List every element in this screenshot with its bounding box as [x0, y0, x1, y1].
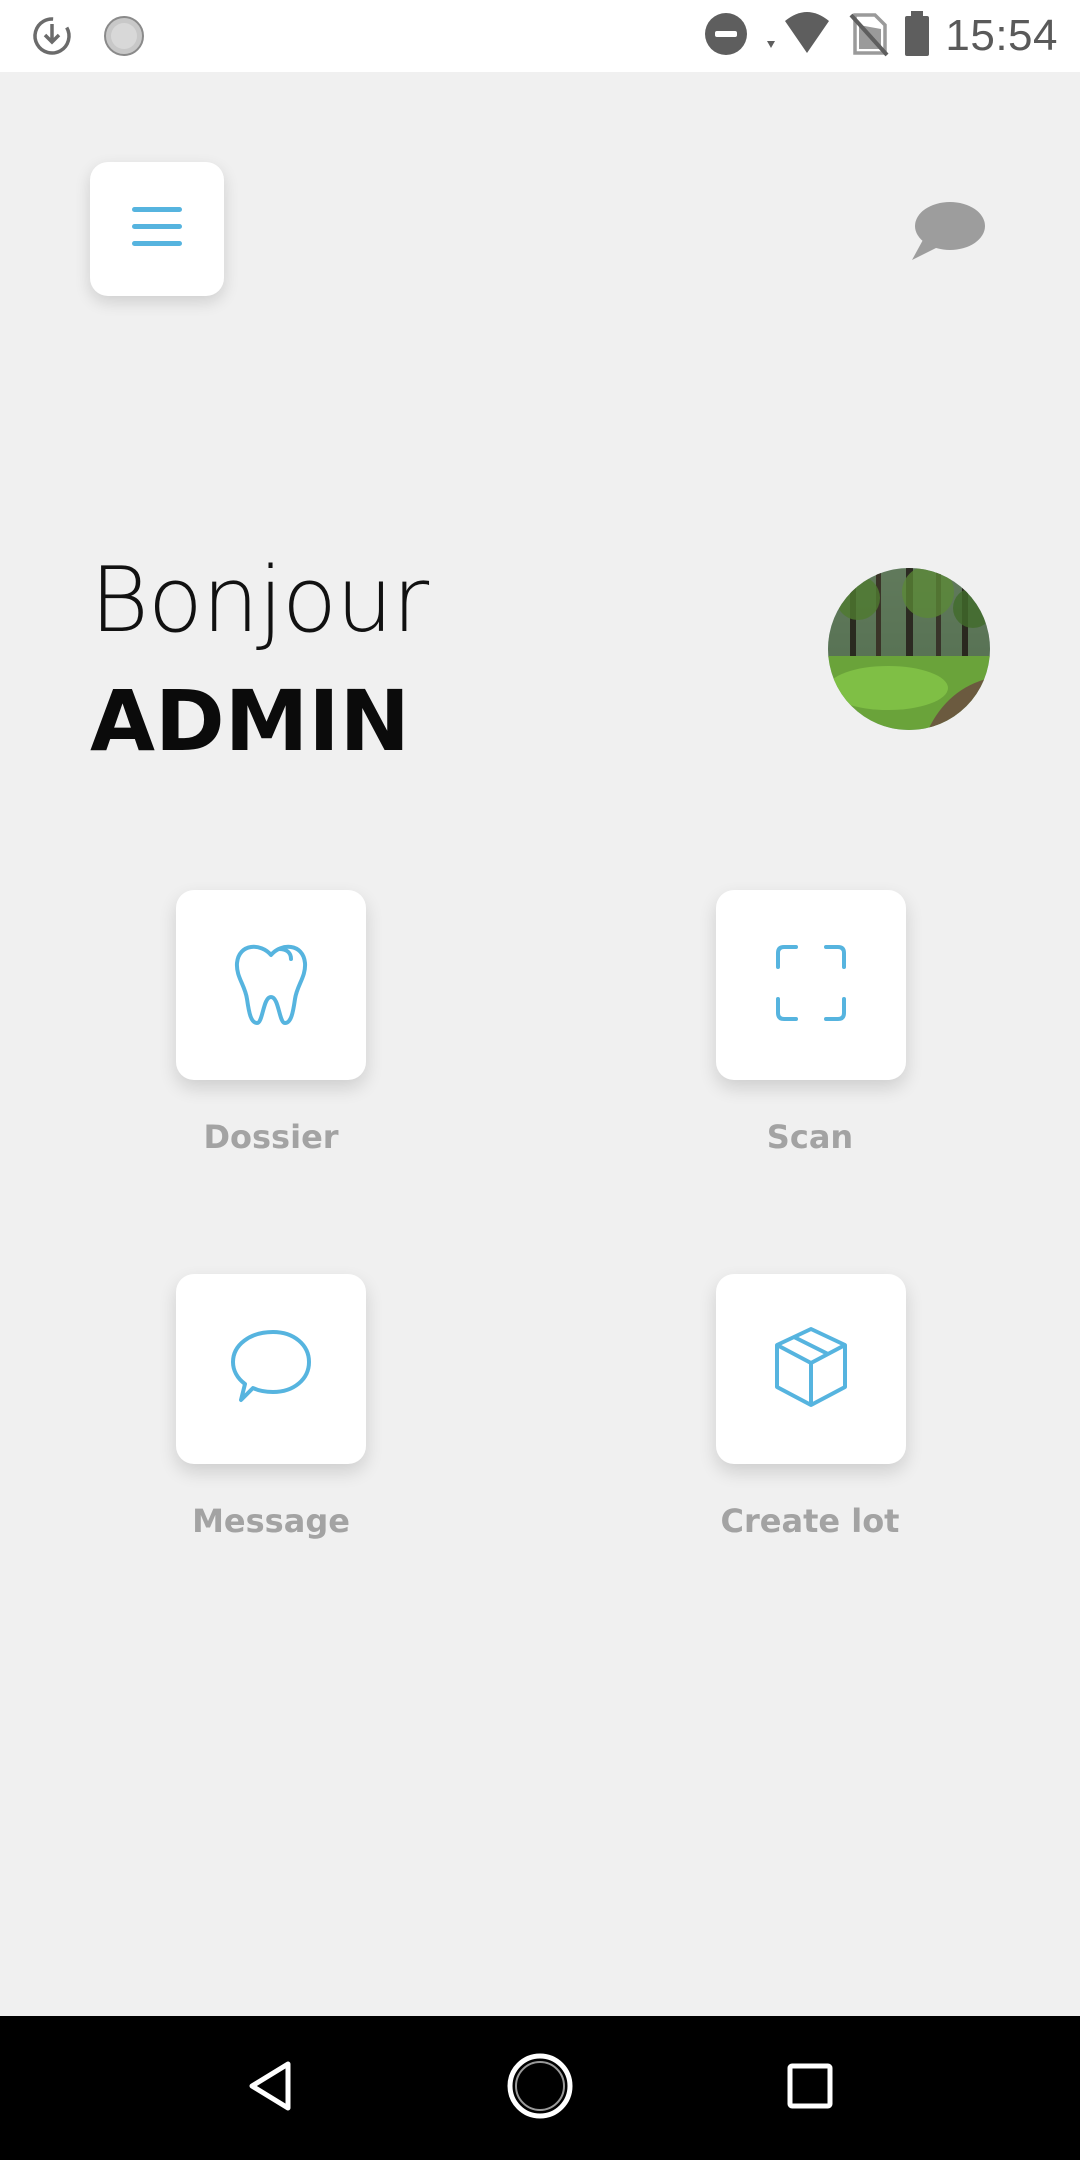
- battery-icon: [903, 10, 931, 62]
- home-button[interactable]: [504, 2052, 576, 2124]
- box-icon: [773, 1325, 849, 1414]
- scan-frame-icon: [774, 943, 848, 1028]
- navigation-bar: [0, 2016, 1080, 2160]
- status-icons: 15:54: [689, 0, 1058, 72]
- message-label: Message: [192, 1502, 350, 1540]
- back-icon: [246, 2060, 294, 2117]
- create-lot-label: Create lot: [720, 1502, 900, 1540]
- wifi-icon: [763, 11, 835, 62]
- status-time: 15:54: [945, 11, 1058, 60]
- recents-button[interactable]: [774, 2052, 846, 2124]
- chat-button[interactable]: [910, 200, 986, 262]
- menu-button[interactable]: [90, 162, 224, 296]
- recents-icon: [786, 2062, 834, 2115]
- back-button[interactable]: [234, 2052, 306, 2124]
- do-not-disturb-icon: [703, 11, 749, 62]
- sync-download-icon: [30, 14, 74, 58]
- message-button[interactable]: [176, 1274, 366, 1464]
- no-sim-icon: [849, 11, 889, 62]
- dossier-label: Dossier: [203, 1118, 339, 1156]
- home-icon: [506, 2052, 574, 2125]
- avatar[interactable]: [828, 568, 990, 730]
- dossier-button[interactable]: [176, 890, 366, 1080]
- scan-label: Scan: [766, 1118, 854, 1156]
- hamburger-menu-icon: [130, 200, 184, 259]
- loading-icon: [102, 14, 146, 58]
- tooth-icon: [233, 941, 309, 1030]
- create-lot-button[interactable]: [716, 1274, 906, 1464]
- chat-bubble-icon: [910, 202, 986, 266]
- greeting-text: Bonjour: [90, 548, 429, 653]
- user-name: ADMIN: [90, 672, 410, 770]
- status-bar: 15:54: [0, 0, 1080, 72]
- scan-button[interactable]: [716, 890, 906, 1080]
- message-bubble-icon: [229, 1328, 313, 1411]
